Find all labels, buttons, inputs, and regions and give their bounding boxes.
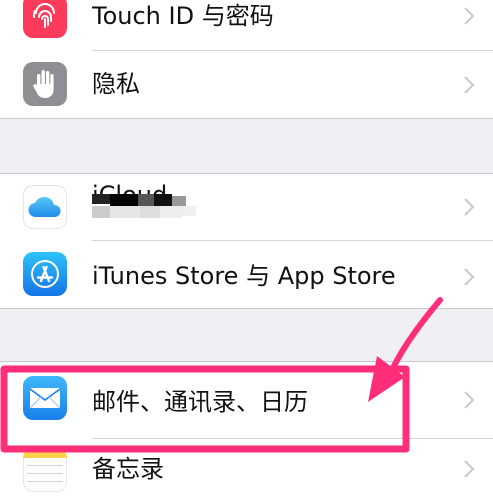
chevron-right-icon xyxy=(464,460,475,478)
settings-row-label: 隐私 xyxy=(92,70,140,98)
notes-icon xyxy=(23,448,67,492)
settings-row-icloud[interactable]: iCloud xyxy=(0,174,493,240)
chevron-right-icon xyxy=(464,7,475,25)
settings-row-label: 备忘录 xyxy=(92,455,164,483)
cloud-icon xyxy=(23,185,67,229)
group-edge xyxy=(0,118,493,119)
settings-row-privacy[interactable]: 隐私 xyxy=(0,51,493,118)
settings-row-touch-id[interactable]: Touch ID 与密码 xyxy=(0,0,493,50)
settings-row-label: iTunes Store 与 App Store xyxy=(92,262,396,290)
settings-row-label: 邮件、通讯录、日历 xyxy=(92,388,308,416)
settings-row-mail-contacts-calendars[interactable]: 邮件、通讯录、日历 xyxy=(0,362,493,438)
settings-row-label: Touch ID 与密码 xyxy=(92,2,274,30)
app-store-icon xyxy=(23,252,67,296)
envelope-icon xyxy=(23,376,67,420)
chevron-right-icon xyxy=(464,391,475,409)
settings-group-accounts: iCloud xyxy=(0,174,493,308)
chevron-right-icon xyxy=(464,76,475,94)
redacted-account-mosaic xyxy=(92,194,202,224)
group-edge xyxy=(0,308,493,309)
hand-icon xyxy=(23,62,67,106)
settings-row-itunes-app-store[interactable]: iTunes Store 与 App Store xyxy=(0,241,493,308)
settings-group-security: Touch ID 与密码 隐私 xyxy=(0,0,493,118)
fingerprint-icon xyxy=(23,0,67,38)
chevron-right-icon xyxy=(464,268,475,286)
chevron-right-icon xyxy=(464,198,475,216)
settings-group-apps: 邮件、通讯录、日历 备忘录 xyxy=(0,362,493,503)
settings-row-notes[interactable]: 备忘录 xyxy=(0,439,493,503)
